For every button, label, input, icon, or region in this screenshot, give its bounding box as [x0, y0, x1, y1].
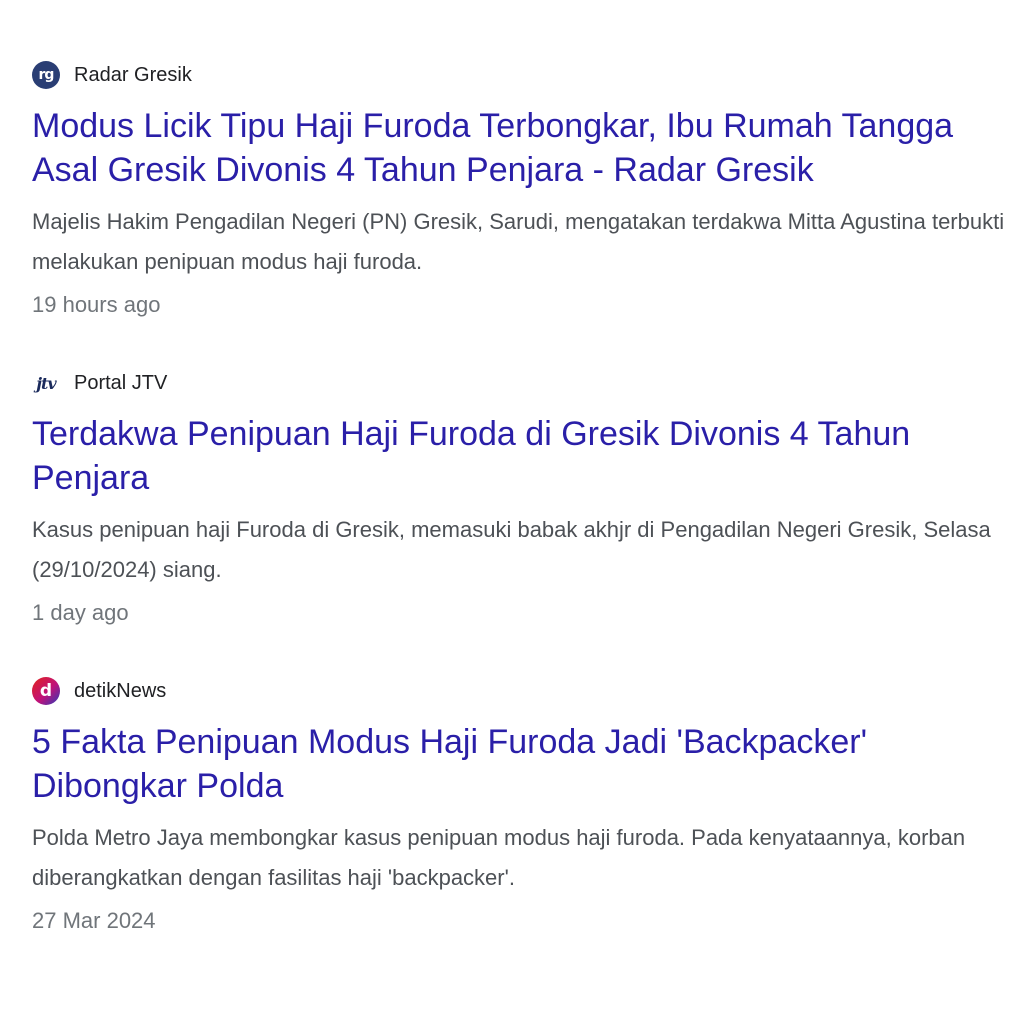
news-snippet: Kasus penipuan haji Furoda di Gresik, me…: [32, 517, 991, 582]
news-snippet: Polda Metro Jaya membongkar kasus penipu…: [32, 825, 966, 890]
news-headline-link[interactable]: 5 Fakta Penipuan Modus Haji Furoda Jadi …: [32, 720, 1012, 808]
news-results-list: rg Radar Gresik Modus Licik Tipu Haji Fu…: [32, 58, 1012, 982]
news-source[interactable]: jtv Portal JTV: [32, 366, 1012, 400]
news-snippet: Majelis Hakim Pengadilan Negeri (PN) Gre…: [32, 209, 1005, 274]
news-headline-link[interactable]: Modus Licik Tipu Haji Furoda Terbongkar,…: [32, 104, 1012, 192]
news-source[interactable]: rg Radar Gresik: [32, 58, 1012, 92]
news-timestamp: 1 day ago: [32, 600, 129, 625]
news-timestamp: 27 Mar 2024: [32, 908, 156, 933]
news-source[interactable]: d detikNews: [32, 674, 1012, 708]
news-headline-link[interactable]: Terdakwa Penipuan Haji Furoda di Gresik …: [32, 412, 1012, 500]
portal-jtv-logo-icon: jtv: [36, 373, 56, 393]
source-name: Portal JTV: [74, 371, 168, 394]
news-result: d detikNews 5 Fakta Penipuan Modus Haji …: [32, 674, 1012, 936]
news-timestamp: 19 hours ago: [32, 292, 161, 317]
news-result: rg Radar Gresik Modus Licik Tipu Haji Fu…: [32, 58, 1012, 320]
news-result: jtv Portal JTV Terdakwa Penipuan Haji Fu…: [32, 366, 1012, 628]
detiknews-logo-icon: d: [32, 677, 60, 705]
source-name: detikNews: [74, 679, 167, 702]
radar-gresik-logo-icon: rg: [32, 61, 60, 89]
source-name: Radar Gresik: [74, 63, 192, 86]
